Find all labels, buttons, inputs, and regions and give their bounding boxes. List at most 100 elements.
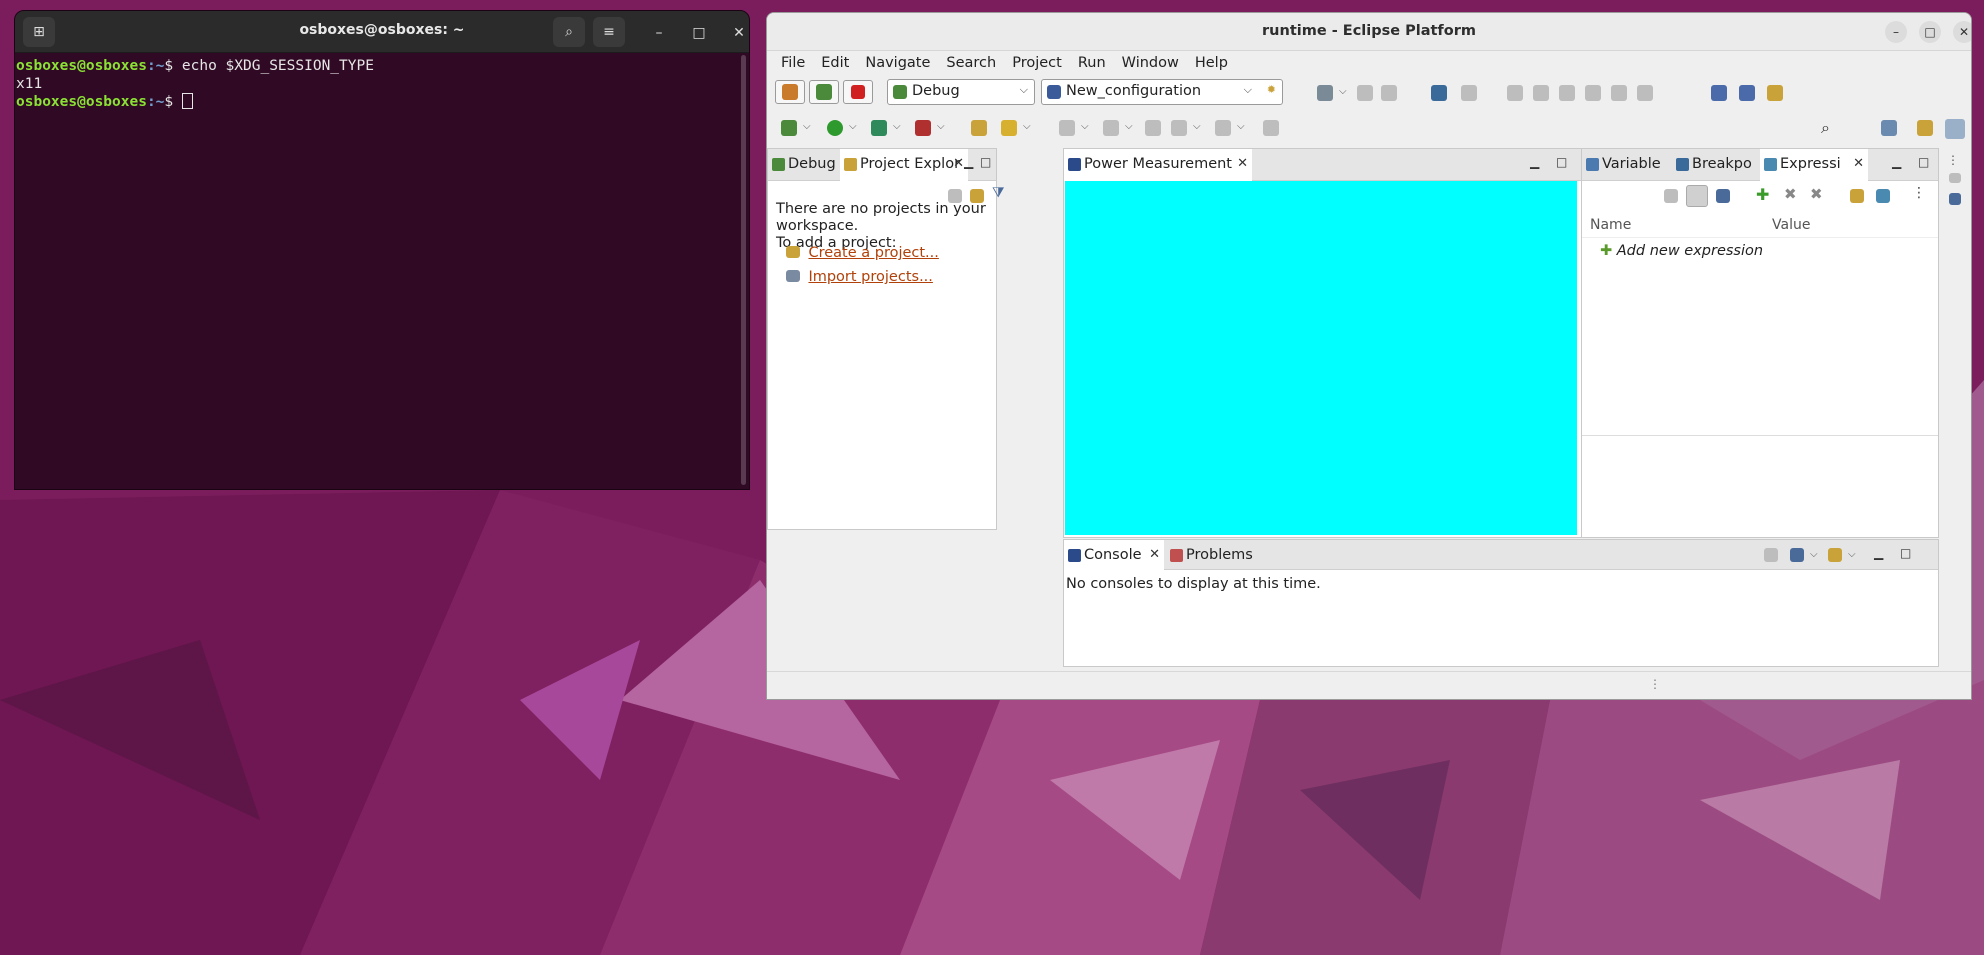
menu-search[interactable]: Search (938, 55, 1004, 71)
step-over-icon[interactable] (1637, 85, 1653, 101)
chevron-down-icon[interactable]: ⌵ (803, 121, 811, 132)
suspend-icon[interactable] (1533, 85, 1549, 101)
maximize-icon[interactable]: □ (1556, 155, 1567, 169)
terminal-icon[interactable] (1431, 85, 1447, 101)
chevron-down-icon[interactable]: ⌵ (1023, 121, 1031, 132)
chevron-down-icon[interactable]: ⌵ (1125, 121, 1133, 132)
chevron-down-icon[interactable]: ⌵ (849, 121, 857, 132)
open-console-icon[interactable] (1828, 548, 1842, 562)
minimize-icon[interactable]: ▁ (1874, 546, 1883, 560)
launch-config-select[interactable]: New_configuration ⌵ ✹ (1041, 79, 1283, 105)
show-type-names-icon[interactable] (1664, 189, 1678, 203)
tab-project-explorer[interactable]: Project Explor ✕ (840, 149, 968, 181)
chevron-down-icon[interactable]: ⌵ (893, 121, 901, 132)
maximize-icon[interactable]: □ (685, 19, 713, 47)
chevron-down-icon[interactable]: ⌵ (1193, 121, 1201, 132)
pin-editor-icon[interactable] (1263, 120, 1279, 136)
resume-icon[interactable] (1507, 85, 1523, 101)
collapse-all-icon[interactable] (1716, 189, 1730, 203)
stop-button[interactable] (843, 80, 873, 104)
menu-window[interactable]: Window (1114, 55, 1187, 71)
menu-navigate[interactable]: Navigate (857, 55, 938, 71)
step-return-icon[interactable] (1711, 85, 1727, 101)
terminate-icon[interactable] (1559, 85, 1575, 101)
add-expression-icon[interactable]: ✚ (1756, 185, 1769, 204)
terminal-output[interactable]: osboxes@osboxes:~$ echo $XDG_SESSION_TYP… (15, 53, 749, 115)
tab-console[interactable]: Console ✕ (1064, 540, 1164, 570)
tab-debug[interactable]: Debug (768, 149, 838, 181)
display-console-icon[interactable] (1790, 548, 1804, 562)
maximize-icon[interactable]: □ (1918, 155, 1929, 169)
minimize-icon[interactable]: ▁ (1892, 155, 1901, 169)
debug-perspective-icon[interactable] (1945, 119, 1965, 139)
resource-perspective-icon[interactable] (1917, 120, 1933, 136)
external-tools-icon[interactable] (915, 120, 931, 136)
search-icon[interactable]: ⌕ (1821, 118, 1830, 138)
tab-breakpoints[interactable]: Breakpo (1672, 149, 1760, 181)
save-icon[interactable] (1357, 85, 1373, 101)
launch-mode-select[interactable]: Debug ⌵ (887, 79, 1035, 105)
filter-icon[interactable]: ⧩ (992, 185, 1005, 201)
maximize-icon[interactable]: □ (980, 155, 991, 169)
forward-icon[interactable] (1215, 120, 1231, 136)
tab-problems[interactable]: Problems (1166, 540, 1266, 570)
show-logical-structure-icon[interactable] (1686, 185, 1708, 207)
step-into-icon[interactable] (1611, 85, 1627, 101)
close-icon[interactable]: ✕ (953, 156, 964, 171)
close-icon[interactable]: ✕ (1853, 156, 1864, 171)
chevron-down-icon[interactable]: ⌵ (1810, 549, 1818, 560)
column-header-name[interactable]: Name (1590, 217, 1631, 233)
restore-icon[interactable] (1949, 173, 1961, 183)
status-bar-grip[interactable]: ⋮ (1649, 677, 1661, 691)
close-icon[interactable]: ✕ (725, 19, 749, 47)
build-button[interactable] (775, 80, 805, 104)
close-icon[interactable]: ✕ (1237, 156, 1248, 171)
minimize-icon[interactable]: – (1885, 21, 1907, 43)
pin-console-icon[interactable] (1764, 548, 1778, 562)
open-perspective-icon[interactable] (1881, 120, 1897, 136)
menu-help[interactable]: Help (1187, 55, 1236, 71)
new-view-icon[interactable] (1850, 189, 1864, 203)
launch-icon[interactable] (1001, 120, 1017, 136)
coverage-icon[interactable] (871, 120, 887, 136)
debug-launch-button[interactable] (809, 80, 839, 104)
view-menu-icon[interactable]: ⋮ (1947, 153, 1959, 167)
chevron-down-icon[interactable]: ⌵ (1081, 121, 1089, 132)
gear-icon[interactable]: ✹ (1267, 83, 1276, 96)
bug-icon[interactable] (781, 120, 797, 136)
previous-annotation-icon[interactable] (1103, 120, 1119, 136)
import-projects-link[interactable]: Import projects... (808, 269, 932, 285)
close-icon[interactable]: ✕ (1149, 547, 1160, 562)
run-icon[interactable] (827, 120, 843, 136)
chevron-down-icon[interactable]: ⌵ (1237, 121, 1245, 132)
save-all-icon[interactable] (1381, 85, 1397, 101)
layout-icon[interactable] (1876, 189, 1890, 203)
remove-icon[interactable]: ✖ (1784, 185, 1797, 203)
view-menu-icon[interactable]: ⋮ (1912, 185, 1926, 201)
menu-edit[interactable]: Edit (813, 55, 857, 71)
new-icon[interactable] (1317, 85, 1333, 101)
power-measurement-canvas[interactable] (1065, 181, 1577, 535)
menu-file[interactable]: File (773, 55, 813, 71)
tab-expressions[interactable]: Expressi ✕ (1760, 149, 1868, 181)
outline-icon[interactable] (1949, 193, 1961, 205)
minimize-icon[interactable]: – (645, 19, 673, 47)
chevron-down-icon[interactable]: ⌵ (1848, 549, 1856, 560)
column-header-value[interactable]: Value (1772, 217, 1810, 233)
drop-to-frame-icon[interactable] (1739, 85, 1755, 101)
next-annotation-icon[interactable] (1059, 120, 1075, 136)
open-type-icon[interactable] (971, 120, 987, 136)
menu-project[interactable]: Project (1004, 55, 1070, 71)
last-edit-icon[interactable] (1145, 120, 1161, 136)
close-icon[interactable]: ✕ (1953, 21, 1971, 43)
remove-all-icon[interactable]: ✖ (1810, 185, 1823, 203)
skip-breakpoints-icon[interactable] (1461, 85, 1477, 101)
tab-power-measurement[interactable]: Power Measurement ✕ (1064, 149, 1252, 181)
minimize-icon[interactable]: ▁ (964, 155, 973, 169)
chevron-down-icon[interactable]: ⌵ (937, 121, 945, 132)
chevron-down-icon[interactable]: ⌵ (1339, 86, 1347, 97)
back-icon[interactable] (1171, 120, 1187, 136)
minimize-icon[interactable]: ▁ (1530, 155, 1539, 169)
create-project-link[interactable]: Create a project... (808, 245, 938, 261)
maximize-icon[interactable]: □ (1900, 546, 1911, 560)
